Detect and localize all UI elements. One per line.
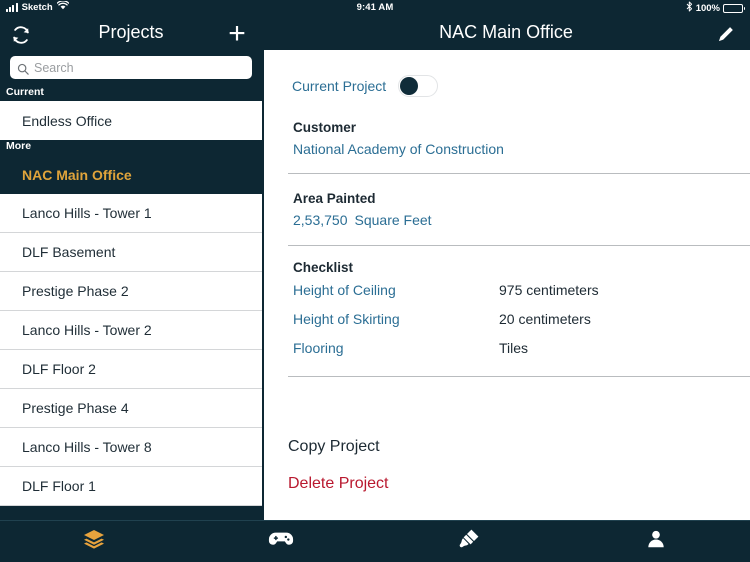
copy-project-button[interactable]: Copy Project	[264, 428, 750, 465]
status-bar-right: 100%	[686, 1, 745, 15]
paint-brush-icon	[457, 527, 481, 556]
checklist-row: Height of Ceiling 975 centimeters	[293, 275, 750, 304]
project-detail-panel: Current Project Customer National Academ…	[264, 50, 750, 520]
game-controller-icon	[268, 529, 294, 554]
checklist-value: 975 centimeters	[499, 281, 599, 298]
refresh-icon[interactable]	[8, 22, 34, 48]
checklist-label: Checklist	[293, 260, 354, 275]
sidebar-item-project[interactable]: DLF Floor 1	[0, 467, 262, 506]
ipad-app-window: Sketch 9:41 AM 100% Projects + NAC Main …	[0, 0, 750, 562]
search-input[interactable]	[34, 60, 245, 75]
pencil-icon[interactable]	[712, 21, 738, 47]
delete-project-button[interactable]: Delete Project	[264, 465, 750, 502]
page-title: Projects	[98, 22, 164, 42]
area-painted-unit[interactable]: Square Feet	[355, 212, 432, 228]
sidebar-item-project[interactable]: NAC Main Office	[0, 155, 262, 194]
current-project-row: Current Project	[264, 50, 750, 97]
checklist-value: 20 centimeters	[499, 310, 591, 327]
sidebar-item-project[interactable]: Lanco Hills - Tower 8	[0, 428, 262, 467]
sidebar-navbar: Projects +	[0, 15, 262, 50]
tab-paint[interactable]	[375, 521, 563, 562]
sidebar-item-project[interactable]: Prestige Phase 4	[0, 389, 262, 428]
current-project-toggle[interactable]	[398, 75, 439, 97]
status-bar: Sketch 9:41 AM 100%	[0, 0, 750, 15]
search-container	[0, 50, 262, 86]
checklist-row: Flooring Tiles	[293, 333, 750, 362]
customer-value[interactable]: National Academy of Construction	[293, 141, 750, 157]
checklist-row: Height of Skirting 20 centimeters	[293, 304, 750, 333]
battery-full-icon	[723, 3, 745, 13]
battery-percent-label: 100%	[695, 2, 720, 14]
sidebar-item-project[interactable]: DLF Floor 2	[0, 350, 262, 389]
search-icon	[17, 62, 29, 75]
sidebar-section-header: Current	[6, 86, 44, 98]
customer-label: Customer	[293, 120, 357, 135]
current-project-label: Current Project	[292, 78, 387, 94]
tab-games[interactable]	[188, 521, 376, 562]
status-bar-clock: 9:41 AM	[356, 2, 394, 13]
checklist-rows: Height of Ceiling 975 centimeters Height o…	[293, 275, 750, 362]
customer-block: Customer National Academy of Constructio…	[264, 97, 750, 173]
bottom-tab-bar	[0, 520, 750, 562]
checklist-key[interactable]: Height of Ceiling	[293, 282, 499, 298]
checklist-key[interactable]: Flooring	[293, 340, 499, 356]
sidebar-item-project[interactable]: Endless Office	[0, 101, 262, 140]
layers-icon	[82, 527, 106, 556]
projects-sidebar[interactable]: Current Endless OfficeMore NAC Main Office…	[0, 50, 262, 520]
tab-profile[interactable]	[563, 521, 750, 562]
checklist-value: Tiles	[499, 339, 529, 356]
detail-title: NAC Main Office	[439, 22, 573, 42]
area-painted-value[interactable]: 2,53,750	[293, 212, 348, 228]
area-painted-block: Area Painted 2,53,750 Square Feet	[264, 174, 750, 245]
checklist-block: Checklist Height of Ceiling 975 centimete…	[264, 246, 750, 376]
bluetooth-icon	[686, 1, 693, 15]
search-field[interactable]	[10, 56, 252, 79]
checklist-key[interactable]: Height of Skirting	[293, 311, 499, 327]
toggle-knob	[400, 77, 419, 95]
sidebar-item-project[interactable]: Lanco Hills - Tower 2	[0, 311, 262, 350]
detail-navbar: NAC Main Office	[262, 15, 750, 50]
sidebar-item-project[interactable]: DLF Basement	[0, 233, 262, 272]
person-icon	[645, 528, 667, 555]
divider	[288, 376, 750, 377]
project-actions: Copy Project Delete Project	[264, 428, 750, 502]
sidebar-item-project[interactable]: Prestige Phase 2	[0, 272, 262, 311]
plus-icon[interactable]: +	[224, 19, 250, 49]
tab-layers[interactable]	[0, 521, 188, 562]
area-painted-label: Area Painted	[293, 191, 376, 206]
sidebar-section-header: More	[6, 140, 32, 152]
sidebar-item-project[interactable]: Lanco Hills - Tower 1	[0, 194, 262, 233]
sidebar-list: Current Endless Office More NAC Main Office…	[0, 86, 262, 506]
